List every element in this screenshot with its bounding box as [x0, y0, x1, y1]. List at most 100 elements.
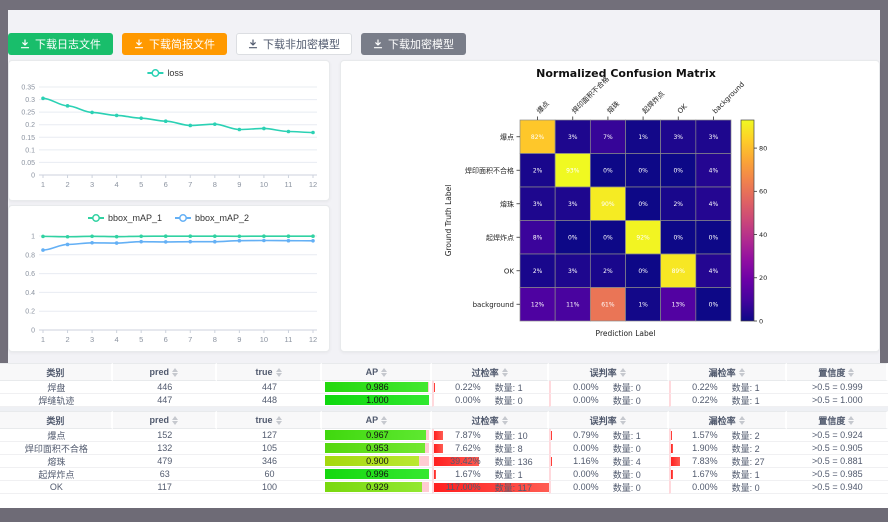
col-header-漏检率[interactable]: 漏检率: [669, 411, 787, 429]
col-header-true[interactable]: true: [217, 363, 323, 381]
y-axis-label: Ground Truth Label: [444, 185, 453, 257]
ap-value: 0.900: [325, 456, 429, 466]
svg-text:3%: 3%: [568, 134, 578, 141]
label-cell: OK: [0, 481, 113, 494]
sort-icon[interactable]: [172, 416, 178, 425]
svg-text:3%: 3%: [568, 201, 578, 208]
table-header-row: 类别predtrueAP过检率误判率漏检率置信度: [0, 411, 888, 429]
sort-icon[interactable]: [502, 368, 508, 377]
col-header-pred[interactable]: pred: [113, 411, 217, 429]
sort-icon[interactable]: [172, 368, 178, 377]
map-chart: bbox_mAP_1bbox_mAP_200.20.40.60.81123456…: [9, 206, 329, 351]
metric-quantity: 数量: 117: [495, 481, 541, 494]
metric-percent: 0.00%: [561, 469, 599, 479]
confidence-cell: >0.5 = 0.881: [787, 455, 888, 468]
svg-text:0.8: 0.8: [25, 252, 35, 259]
label-cell: 起焊炸点: [0, 468, 113, 481]
download-plain-model-button[interactable]: 下载非加密模型: [236, 33, 352, 55]
sort-icon[interactable]: [620, 416, 626, 425]
confidence-cell: >0.5 = 1.000: [787, 394, 888, 407]
download-report-button[interactable]: 下载简报文件: [122, 33, 227, 55]
pred-cell: 479: [113, 455, 217, 468]
svg-text:12%: 12%: [531, 301, 545, 308]
col-header-label: AP: [366, 367, 379, 377]
results-table-2: 类别predtrueAP过检率误判率漏检率置信度爆点1521270.9677.8…: [0, 411, 888, 494]
col-header-误判率[interactable]: 误判率: [549, 411, 669, 429]
metric-percent: 0.22%: [443, 382, 481, 392]
svg-text:1: 1: [31, 234, 35, 241]
true-cell: 447: [217, 381, 323, 394]
svg-text:0.1: 0.1: [25, 147, 35, 154]
col-header-label: true: [255, 415, 272, 425]
col-header-AP[interactable]: AP: [322, 411, 432, 429]
sort-icon[interactable]: [276, 416, 282, 425]
confidence-cell: >0.5 = 0.940: [787, 481, 888, 494]
col-header-过检率[interactable]: 过检率: [432, 411, 548, 429]
svg-text:40: 40: [759, 231, 767, 239]
svg-text:12: 12: [309, 335, 317, 344]
col-header-误判率[interactable]: 误判率: [549, 363, 669, 381]
table-row: 熔珠4793460.90039.42%数量: 1361.16%数量: 47.83…: [0, 455, 888, 468]
dashboard: 下载日志文件下载简报文件下载非加密模型下载加密模型 loss 0 0.05 0.1 0.…: [0, 0, 888, 522]
true-cell: 346: [217, 455, 323, 468]
col-header-label: 类别: [46, 366, 64, 379]
svg-text:0.3: 0.3: [25, 97, 35, 104]
svg-text:3%: 3%: [568, 268, 578, 275]
metric-quantity: 数量: 2: [732, 429, 778, 442]
col-header-true[interactable]: true: [217, 411, 323, 429]
download-icon: [373, 39, 383, 49]
svg-text:0.15: 0.15: [21, 135, 35, 142]
sort-icon[interactable]: [381, 416, 387, 425]
legend-item[interactable]: loss: [147, 68, 184, 78]
download-log-button[interactable]: 下载日志文件: [8, 33, 113, 55]
pred-cell: 63: [113, 468, 217, 481]
svg-text:0.05: 0.05: [21, 160, 35, 167]
confidence-cell: >0.5 = 0.999: [787, 381, 888, 394]
download-encrypted-model-button[interactable]: 下载加密模型: [361, 33, 466, 55]
col-header-pred[interactable]: pred: [113, 363, 217, 381]
svg-text:6: 6: [164, 335, 168, 344]
col-header-AP[interactable]: AP: [322, 363, 432, 381]
sort-icon[interactable]: [848, 368, 854, 377]
col-header-过检率[interactable]: 过检率: [432, 363, 548, 381]
metric-cell: 1.67%数量: 1: [669, 468, 787, 481]
ap-cell: 0.996: [322, 468, 432, 481]
legend-item[interactable]: bbox_mAP_1: [88, 213, 162, 223]
svg-text:11: 11: [285, 180, 293, 189]
sort-icon[interactable]: [381, 368, 387, 377]
metric-cell: 0.22%数量: 1: [669, 394, 787, 407]
svg-text:2: 2: [65, 335, 69, 344]
metric-quantity: 数量: 1: [732, 381, 778, 394]
svg-text:0%: 0%: [709, 234, 719, 241]
ap-bar-track: 0.967: [325, 430, 429, 440]
metric-quantity: 数量: 8: [495, 442, 541, 455]
svg-text:0.6: 0.6: [25, 271, 35, 278]
table-row: OK1171000.929117.00%数量: 1170.00%数量: 00.0…: [0, 481, 888, 494]
sort-icon[interactable]: [502, 416, 508, 425]
sort-icon[interactable]: [739, 416, 745, 425]
ap-cell: 1.000: [322, 394, 432, 407]
sort-icon[interactable]: [276, 368, 282, 377]
metric-cell: 0.00%数量: 0: [549, 381, 669, 394]
svg-text:1%: 1%: [638, 301, 648, 308]
svg-text:0: 0: [759, 317, 763, 325]
legend-item[interactable]: bbox_mAP_2: [175, 213, 249, 223]
metric-percent: 1.90%: [680, 443, 718, 453]
svg-text:4: 4: [115, 335, 119, 344]
col-header-label: 置信度: [818, 366, 845, 379]
svg-text:0: 0: [31, 328, 35, 335]
matrix-col-label: background: [711, 80, 746, 115]
matrix-col-label: 熔珠: [605, 99, 621, 115]
col-header-漏检率[interactable]: 漏检率: [669, 363, 787, 381]
col-header-置信度[interactable]: 置信度: [787, 363, 888, 381]
sort-icon[interactable]: [620, 368, 626, 377]
sort-icon[interactable]: [848, 416, 854, 425]
metric-quantity: 数量: 1: [732, 468, 778, 481]
svg-text:92%: 92%: [636, 234, 650, 241]
metric-quantity: 数量: 0: [613, 442, 659, 455]
col-header-置信度[interactable]: 置信度: [787, 411, 888, 429]
svg-text:4: 4: [115, 180, 119, 189]
metric-bar: [671, 431, 673, 440]
svg-text:3%: 3%: [709, 134, 719, 141]
sort-icon[interactable]: [739, 368, 745, 377]
